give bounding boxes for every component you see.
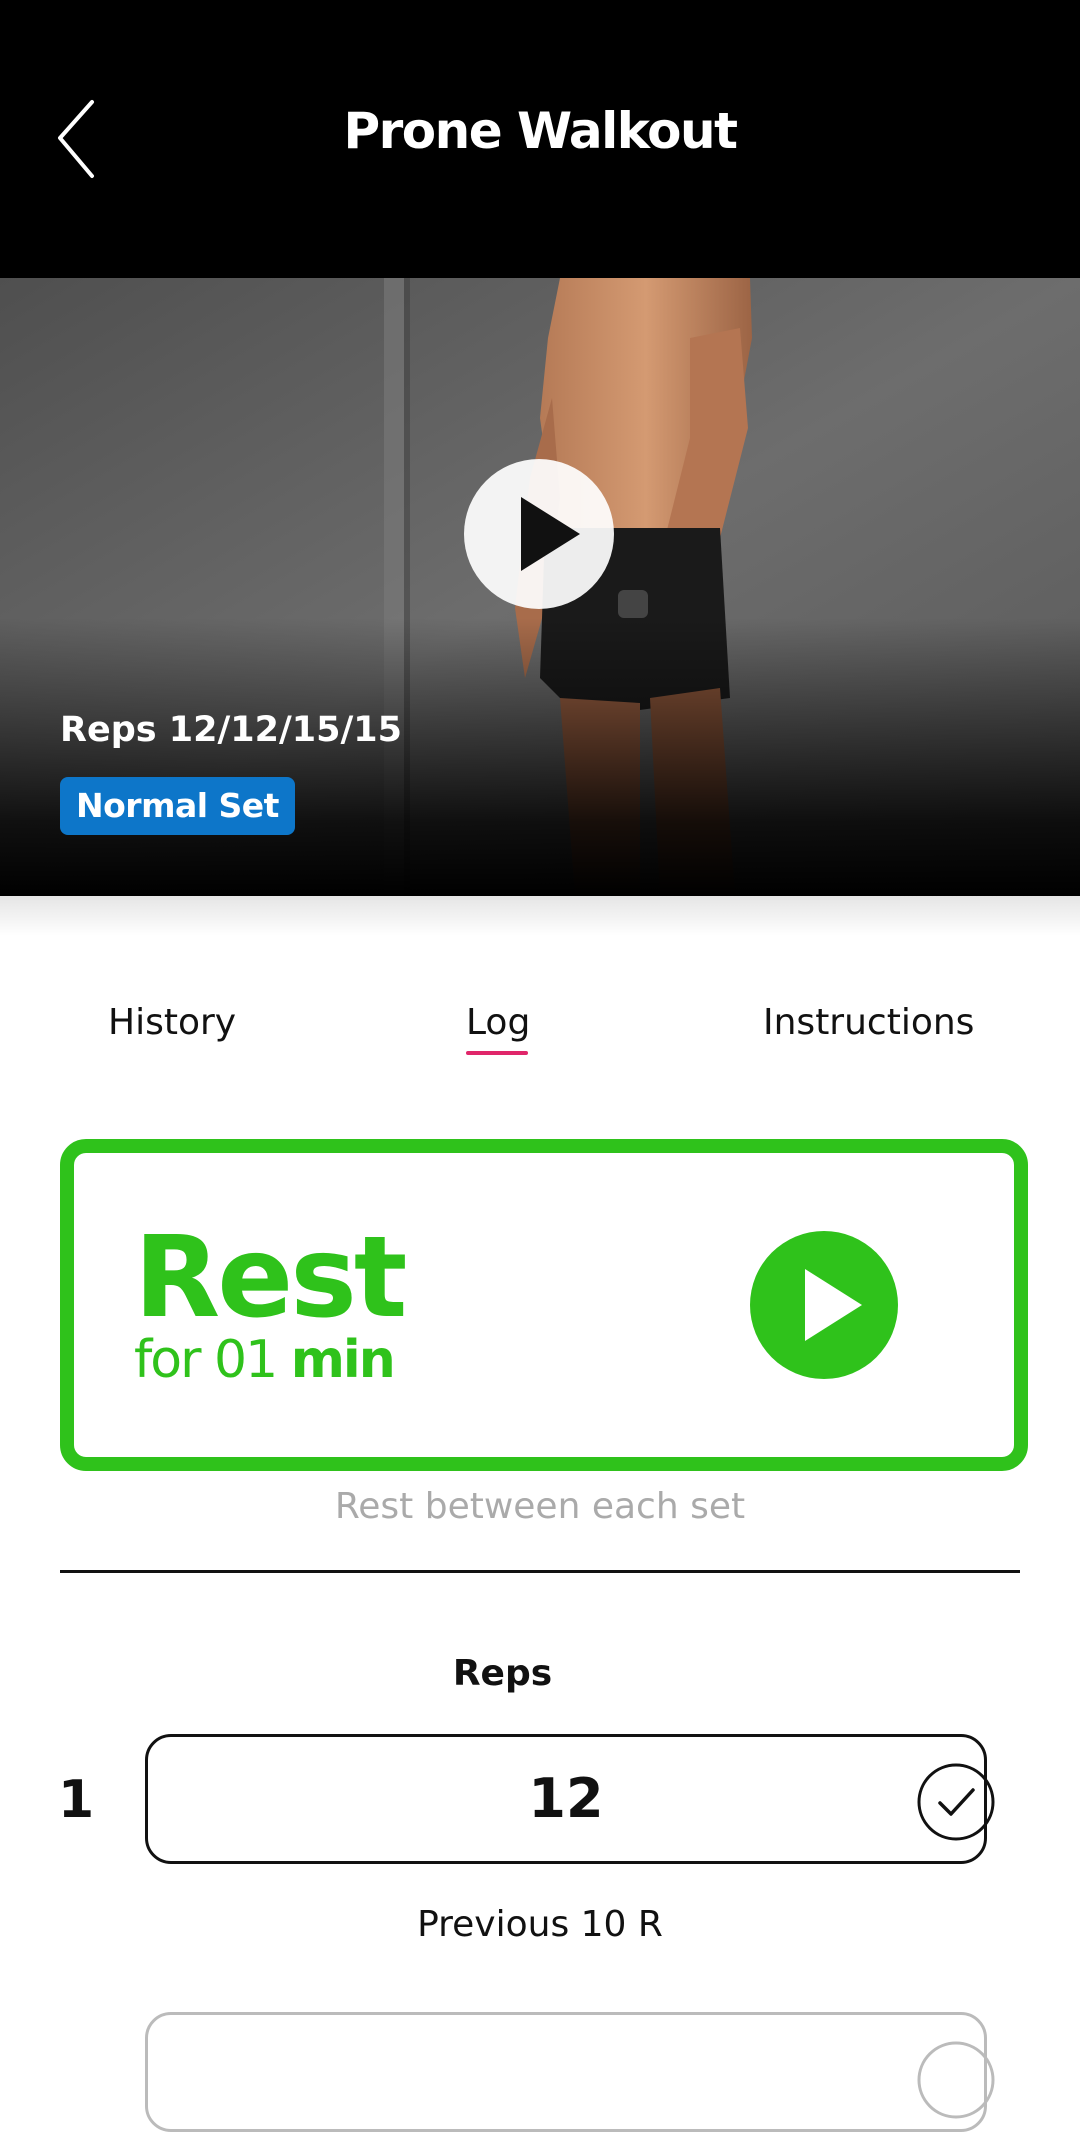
- set-type-badge: Normal Set: [60, 777, 295, 835]
- play-video-button[interactable]: [464, 459, 614, 609]
- reps-input[interactable]: 12: [145, 1734, 987, 1864]
- rest-duration-unit: min: [290, 1330, 396, 1390]
- tab-instructions[interactable]: Instructions: [763, 1002, 974, 1043]
- active-tab-indicator: [466, 1051, 528, 1055]
- page-title: Prone Walkout: [343, 102, 738, 160]
- check-circle-icon: [917, 1763, 995, 1841]
- rest-duration: for 01 min: [134, 1330, 396, 1390]
- reps-column-header: Reps: [452, 1653, 553, 1694]
- start-rest-button[interactable]: [750, 1231, 898, 1379]
- rest-duration-value: for 01: [134, 1330, 278, 1390]
- rest-note: Rest between each set: [334, 1486, 746, 1527]
- set-number: 1: [58, 1770, 95, 1830]
- tabs-shadow: [0, 896, 1080, 936]
- tab-history[interactable]: History: [108, 1002, 236, 1043]
- reps-scheme: Reps 12/12/15/15: [60, 710, 402, 750]
- rest-title: Rest: [134, 1213, 407, 1343]
- play-icon: [521, 497, 580, 571]
- play-circle-icon: [750, 1231, 898, 1379]
- reps-input[interactable]: [145, 2012, 987, 2132]
- tab-log[interactable]: Log: [466, 1002, 530, 1043]
- complete-set-button[interactable]: [916, 2040, 996, 2120]
- previous-result: Previous 10 R: [417, 1904, 663, 1945]
- top-bar: Prone Walkout: [0, 0, 1080, 278]
- divider: [60, 1570, 1020, 1573]
- check-circle-icon: [917, 2041, 995, 2119]
- complete-set-button[interactable]: [916, 1762, 996, 1842]
